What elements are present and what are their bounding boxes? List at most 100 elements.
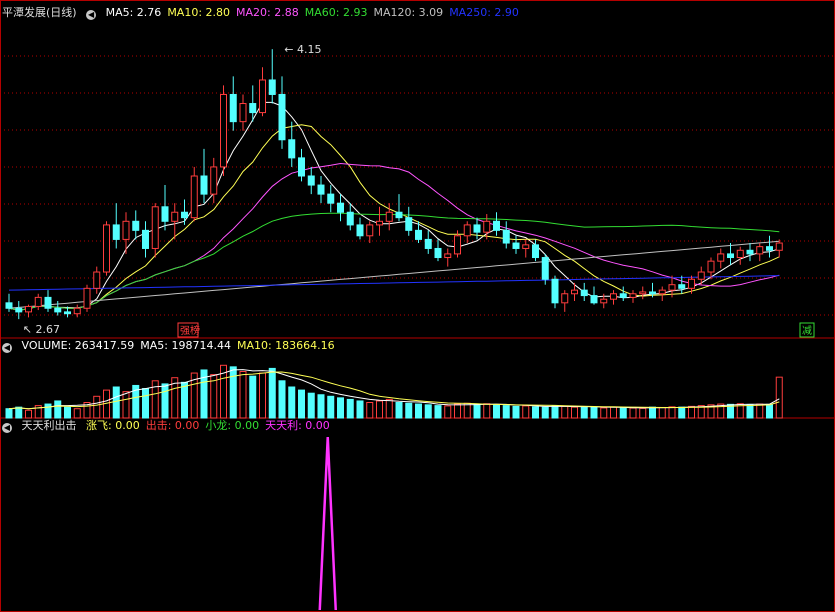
candle-body <box>34 296 42 307</box>
candle-body <box>619 293 627 298</box>
volume-bar <box>356 400 364 419</box>
volume-bar <box>551 405 559 419</box>
volume-bar <box>766 403 773 419</box>
candle-body <box>473 224 481 233</box>
candle-body <box>571 289 578 295</box>
volume-bar <box>239 371 247 419</box>
candle-body <box>122 220 130 240</box>
candle-body <box>395 211 403 219</box>
candle-body <box>424 238 432 249</box>
volume-bar <box>454 403 461 419</box>
volume-bar <box>541 406 549 419</box>
candle-body <box>317 184 325 195</box>
volume-bar <box>561 405 569 419</box>
volume-bar <box>580 406 588 419</box>
candle-body <box>532 244 539 259</box>
volume-bar <box>15 406 23 419</box>
candle-body <box>629 293 637 298</box>
candle-body <box>707 260 715 273</box>
volume-bar <box>161 383 169 419</box>
volume-bar <box>405 402 413 419</box>
volume-bar <box>649 406 656 419</box>
candle-body <box>444 253 452 259</box>
volume-bar <box>229 366 237 419</box>
volume-bar <box>522 405 530 419</box>
volume-bar <box>44 403 52 419</box>
volume-bar <box>268 367 276 419</box>
candle-body <box>756 246 764 255</box>
volume-bar <box>122 391 130 419</box>
badge-right: 减 <box>802 325 812 337</box>
candle-body <box>132 220 140 231</box>
candle-body <box>454 235 461 255</box>
candle-body <box>415 229 422 240</box>
candle-body <box>551 278 559 304</box>
volume-bar <box>502 405 510 419</box>
volume-bar <box>93 395 101 419</box>
candle-body <box>220 93 227 168</box>
volume-bar <box>775 376 783 419</box>
volume-bar <box>756 403 764 419</box>
candle-body <box>112 224 120 240</box>
high-price-label: ← 4.15 <box>284 43 321 56</box>
volume-bar <box>307 392 315 419</box>
volume-bar <box>619 407 627 419</box>
volume-bar <box>493 404 500 419</box>
price-chart[interactable]: ← 4.15 ↖ 2.67 强榜 减 <box>0 0 835 612</box>
candle-body <box>717 253 725 262</box>
chart-frame <box>0 0 835 612</box>
candle-body <box>93 271 101 289</box>
candle-body <box>171 211 179 222</box>
moving-average-lines <box>8 101 780 311</box>
candle-body <box>190 175 198 219</box>
candle-body <box>103 224 110 273</box>
candle-body <box>385 211 393 222</box>
candle-body <box>73 307 81 315</box>
volume-bar <box>610 406 617 419</box>
candle-body <box>590 295 598 304</box>
candle-body <box>346 211 354 226</box>
volume-bar <box>463 402 471 419</box>
volume-bar <box>395 402 403 419</box>
volume-bar <box>278 380 286 419</box>
candle-body <box>210 166 218 195</box>
candle-body <box>463 224 471 237</box>
candle-body <box>775 242 783 251</box>
candle-body <box>376 220 383 226</box>
volume-bar <box>64 406 71 419</box>
volume-bar <box>298 389 305 419</box>
volume-bar <box>385 398 393 419</box>
candle-body <box>727 253 734 259</box>
tiantianli-signal-line <box>318 436 337 611</box>
candle-body <box>288 139 296 159</box>
candles <box>5 49 783 320</box>
candle-body <box>434 247 442 259</box>
volume-bar <box>288 386 296 419</box>
volume-bar <box>366 402 374 419</box>
candle-body <box>678 284 686 289</box>
candle-body <box>580 289 588 297</box>
ma-line-ma5 <box>8 101 780 311</box>
volume-bar <box>376 400 383 419</box>
candle-body <box>658 289 666 295</box>
candle-body <box>5 302 13 309</box>
candle-body <box>200 175 208 195</box>
candle-body <box>668 284 676 291</box>
volume-bar <box>532 406 539 419</box>
candle-body <box>259 79 266 114</box>
candle-body <box>327 193 335 204</box>
volume-bar <box>473 403 481 419</box>
candle-body <box>736 249 744 259</box>
candle-body <box>249 103 257 114</box>
candle-body <box>268 79 276 95</box>
volume-bar <box>424 404 432 419</box>
volume-bar <box>629 407 637 419</box>
volume-bar <box>444 405 452 419</box>
candle-body <box>83 287 91 309</box>
volume-bar <box>512 405 520 419</box>
candle-body <box>181 211 188 219</box>
volume-bar <box>346 398 354 419</box>
volume-bar <box>434 405 442 419</box>
volume-bar <box>746 404 754 419</box>
candle-body <box>512 242 520 249</box>
